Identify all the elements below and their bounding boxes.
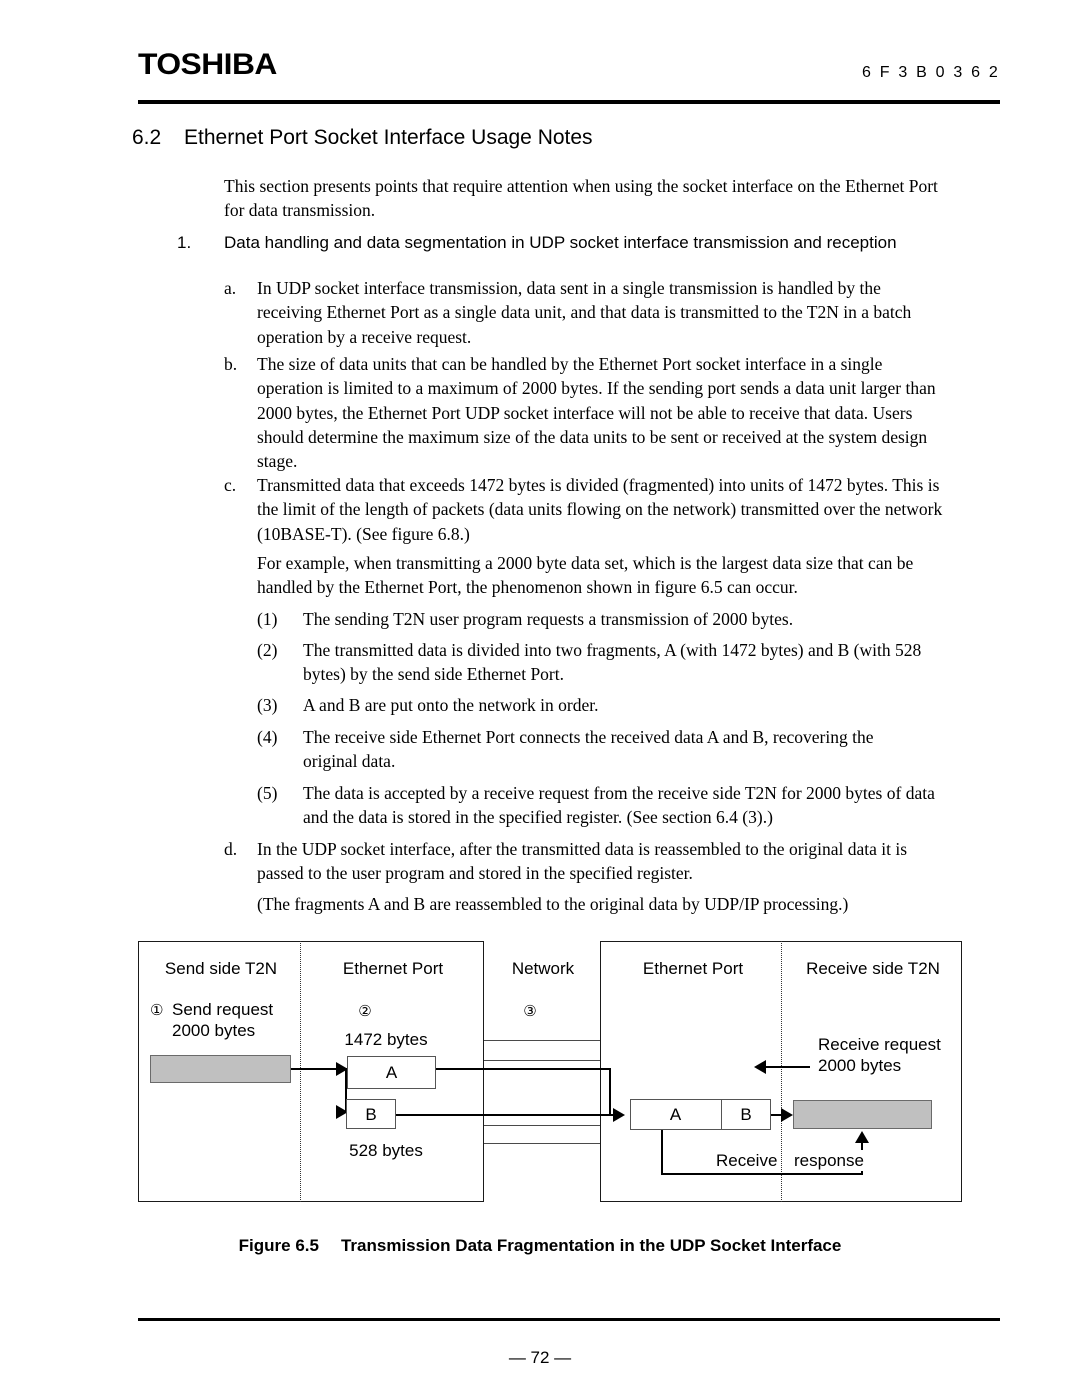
fragment-b-network-path: [396, 1114, 618, 1116]
receive-response-bottom-leg: [661, 1173, 863, 1175]
numbered-item-1-text: Data handling and data segmentation in U…: [224, 233, 897, 252]
callout-1-circled-number: ①: [150, 1002, 164, 1019]
arrow-into-receive-port-icon: [613, 1108, 625, 1122]
send-request-label-line2: 2000 bytes: [172, 1021, 256, 1040]
network-cable-bottom-outer: [484, 1143, 600, 1145]
receive-response-down-leg: [661, 1130, 663, 1175]
intro-paragraph: This section presents points that requir…: [224, 176, 938, 221]
callout-2-circled-number: ②: [358, 1003, 372, 1020]
received-combined-box: [630, 1099, 771, 1130]
fragment-a-box: [347, 1056, 436, 1089]
sub-item-d-text: In the UDP socket interface, after the t…: [257, 839, 908, 884]
send-data-block: [150, 1055, 291, 1083]
received-fragment-a-label: A: [669, 1105, 682, 1124]
document-page: TOSHIBA 6 F 3 B 0 3 6 2 6.2 Ethernet Port…: [0, 0, 1080, 1397]
column-title-recv-port: Ethernet Port: [642, 959, 744, 978]
fragment-b-size-label: 528 bytes: [349, 1141, 423, 1160]
page-title: 6.2 Ethernet Port Socket Interface Usage …: [132, 126, 593, 150]
step-item-4-text: The receive side Ethernet Port connects …: [303, 727, 874, 772]
callout-3-circled-number: ③: [523, 1003, 537, 1020]
branch-to-fragment-a: [345, 1068, 363, 1070]
column-title-network: Network: [511, 959, 575, 978]
fragments-note: (The fragments A and B are reassembled t…: [257, 894, 849, 914]
step-item-2: (2) The transmitted data is divided into…: [257, 638, 953, 687]
column-title-send-port: Ethernet Port: [342, 959, 444, 978]
document-code: 6 F 3 B 0 3 6 2: [862, 64, 1000, 81]
send-side-divider: [300, 941, 301, 1202]
fragment-b-box: [346, 1099, 396, 1129]
step-item-4: (4) The receive side Ethernet Port conne…: [257, 725, 925, 774]
received-to-t2n-connector: [771, 1114, 787, 1116]
received-fragment-b-label: B: [740, 1105, 752, 1124]
receive-request-label-line2: 2000 bytes: [818, 1056, 902, 1075]
arrow-to-receive-t2n-icon: [781, 1108, 793, 1122]
section-title: Ethernet Port Socket Interface Usage Not…: [184, 126, 593, 149]
network-cable-top-inner: [484, 1060, 600, 1062]
receive-side-divider: [781, 941, 782, 1202]
column-title-send-t2n: Send side T2N: [164, 959, 278, 978]
step-item-4-marker: (4): [257, 727, 278, 747]
sub-item-d: d. In the UDP socket interface, after th…: [224, 837, 950, 886]
split-riser: [345, 1068, 347, 1113]
sub-item-b: b. The size of data units that can be ha…: [224, 352, 950, 473]
step-item-1-text: The sending T2N user program requests a …: [303, 609, 794, 629]
section-number: 6.2: [132, 126, 162, 149]
receive-request-arrow-icon: [754, 1060, 766, 1074]
step-item-1: (1) The sending T2N user program request…: [257, 607, 953, 631]
fragment-b-label: B: [365, 1105, 377, 1124]
numbered-item-1-marker: 1.: [177, 233, 192, 252]
figure-caption-label: Figure 6.5: [238, 1236, 319, 1255]
receive-response-label-right: response: [790, 1150, 868, 1171]
sub-item-c: c. Transmitted data that exceeds 1472 by…: [224, 473, 950, 546]
figure-caption: Figure 6.5 Transmission Data Fragmentatio…: [0, 1236, 1080, 1256]
sub-item-c-text: Transmitted data that exceeds 1472 bytes…: [257, 475, 943, 544]
step-item-3-text: A and B are put onto the network in orde…: [303, 695, 599, 715]
step-item-2-text: The transmitted data is divided into two…: [303, 640, 922, 685]
receive-side-panel: [600, 941, 962, 1202]
sub-item-c-marker: c.: [224, 475, 237, 495]
fragment-a-network-drop: [609, 1068, 611, 1116]
arrow-to-fragment-a-icon: [336, 1062, 348, 1076]
send-to-split-connector: [291, 1068, 347, 1070]
receive-response-label-left: Receive: [712, 1150, 782, 1171]
receive-data-block: [793, 1100, 932, 1129]
step-item-5-text: The data is accepted by a receive reques…: [303, 783, 935, 828]
fragment-a-size-label: 1472 bytes: [344, 1030, 428, 1049]
branch-to-fragment-b: [345, 1111, 363, 1113]
sub-item-d-marker: d.: [224, 839, 238, 859]
fragment-a-network-path: [436, 1068, 611, 1070]
page-number: — 72 —: [508, 1348, 572, 1367]
network-cable-top-outer: [484, 1040, 600, 1042]
toshiba-logo: TOSHIBA: [138, 48, 277, 81]
step-item-3: (3) A and B are put onto the network in …: [257, 693, 953, 717]
sub-item-a-text: In UDP socket interface transmission, da…: [257, 278, 912, 347]
footer-divider-rule: [138, 1318, 1000, 1321]
received-ab-separator: [721, 1099, 723, 1130]
send-request-label-line1: Send request: [172, 1000, 274, 1019]
sub-item-a: a. In UDP socket interface transmission,…: [224, 276, 948, 349]
send-side-panel: [138, 941, 484, 1202]
step-item-2-marker: (2): [257, 640, 278, 660]
receive-response-up-leg: [861, 1142, 863, 1175]
figure-caption-title: Transmission Data Fragmentation in the U…: [340, 1236, 842, 1255]
numbered-item-1: 1. Data handling and data segmentation i…: [177, 231, 946, 255]
step-item-5-marker: (5): [257, 783, 278, 803]
step-item-3-marker: (3): [257, 695, 278, 715]
receive-request-arrow-line: [766, 1066, 810, 1068]
network-cable-bottom-inner: [484, 1125, 600, 1127]
arrow-to-fragment-b-icon: [336, 1105, 348, 1119]
receive-response-arrow-icon: [855, 1131, 869, 1143]
receive-request-label-line1: Receive request: [818, 1035, 941, 1054]
sub-item-b-marker: b.: [224, 354, 238, 374]
header-divider-rule: [138, 100, 1000, 104]
sub-item-a-marker: a.: [224, 278, 237, 298]
step-item-5: (5) The data is accepted by a receive re…: [257, 781, 947, 830]
page-header: TOSHIBA 6 F 3 B 0 3 6 2: [138, 48, 1000, 100]
fragment-a-label: A: [385, 1063, 398, 1082]
example-intro-paragraph: For example, when transmitting a 2000 by…: [257, 553, 914, 598]
step-item-1-marker: (1): [257, 609, 278, 629]
sub-item-b-text: The size of data units that can be handl…: [257, 354, 936, 472]
column-title-recv-t2n: Receive side T2N: [806, 959, 940, 978]
